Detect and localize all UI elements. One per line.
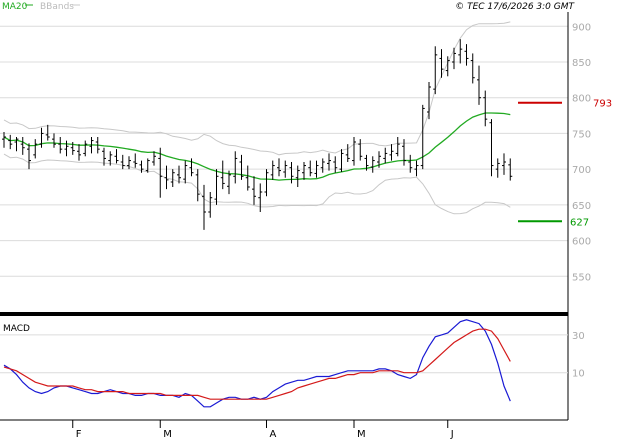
- x-tick-label: M: [163, 429, 172, 440]
- price-tick-label: 600: [572, 237, 591, 248]
- x-tick-label: M: [357, 429, 366, 440]
- price-tick-label: 800: [572, 94, 591, 105]
- stock-chart: 550 600 650 700 750 800 850 900 793 627 MA20 BBa…: [0, 2, 612, 440]
- x-tick-label: J: [450, 429, 454, 440]
- price-panel: 550 600 650 700 750 800 850 900 793 627: [0, 12, 612, 312]
- x-tick-label: F: [76, 429, 82, 440]
- macd-title: MACD: [3, 324, 30, 334]
- macd-tick-label: 10: [572, 369, 585, 380]
- macd-lines: [3, 319, 511, 408]
- resistance-label: 793: [593, 99, 612, 110]
- x-axis: FMAMJ: [72, 420, 454, 440]
- copyright-text: © TEC 17/6/2026 3:0 GMT: [455, 2, 575, 12]
- legend-bbands: BBands: [40, 2, 74, 12]
- price-tick-label: 900: [572, 22, 591, 33]
- price-y-ticks: 550 600 650 700 750 800 850 900: [572, 22, 591, 283]
- macd-grid: [0, 334, 568, 374]
- macd-y-ticks: 10 30: [572, 331, 585, 380]
- price-tick-label: 850: [572, 58, 591, 69]
- price-tick-label: 650: [572, 201, 591, 212]
- panel-divider: [0, 312, 568, 316]
- macd-line: [3, 319, 511, 408]
- price-tick-label: 550: [572, 272, 591, 283]
- signal-line: [3, 328, 511, 400]
- price-tick-label: 700: [572, 165, 591, 176]
- macd-tick-label: 30: [572, 331, 585, 342]
- legend-ma20: MA20: [2, 2, 28, 12]
- x-tick-label: A: [270, 429, 277, 440]
- macd-panel: 10 30 MACD: [0, 319, 585, 408]
- price-tick-label: 750: [572, 129, 591, 140]
- support-label: 627: [570, 217, 589, 228]
